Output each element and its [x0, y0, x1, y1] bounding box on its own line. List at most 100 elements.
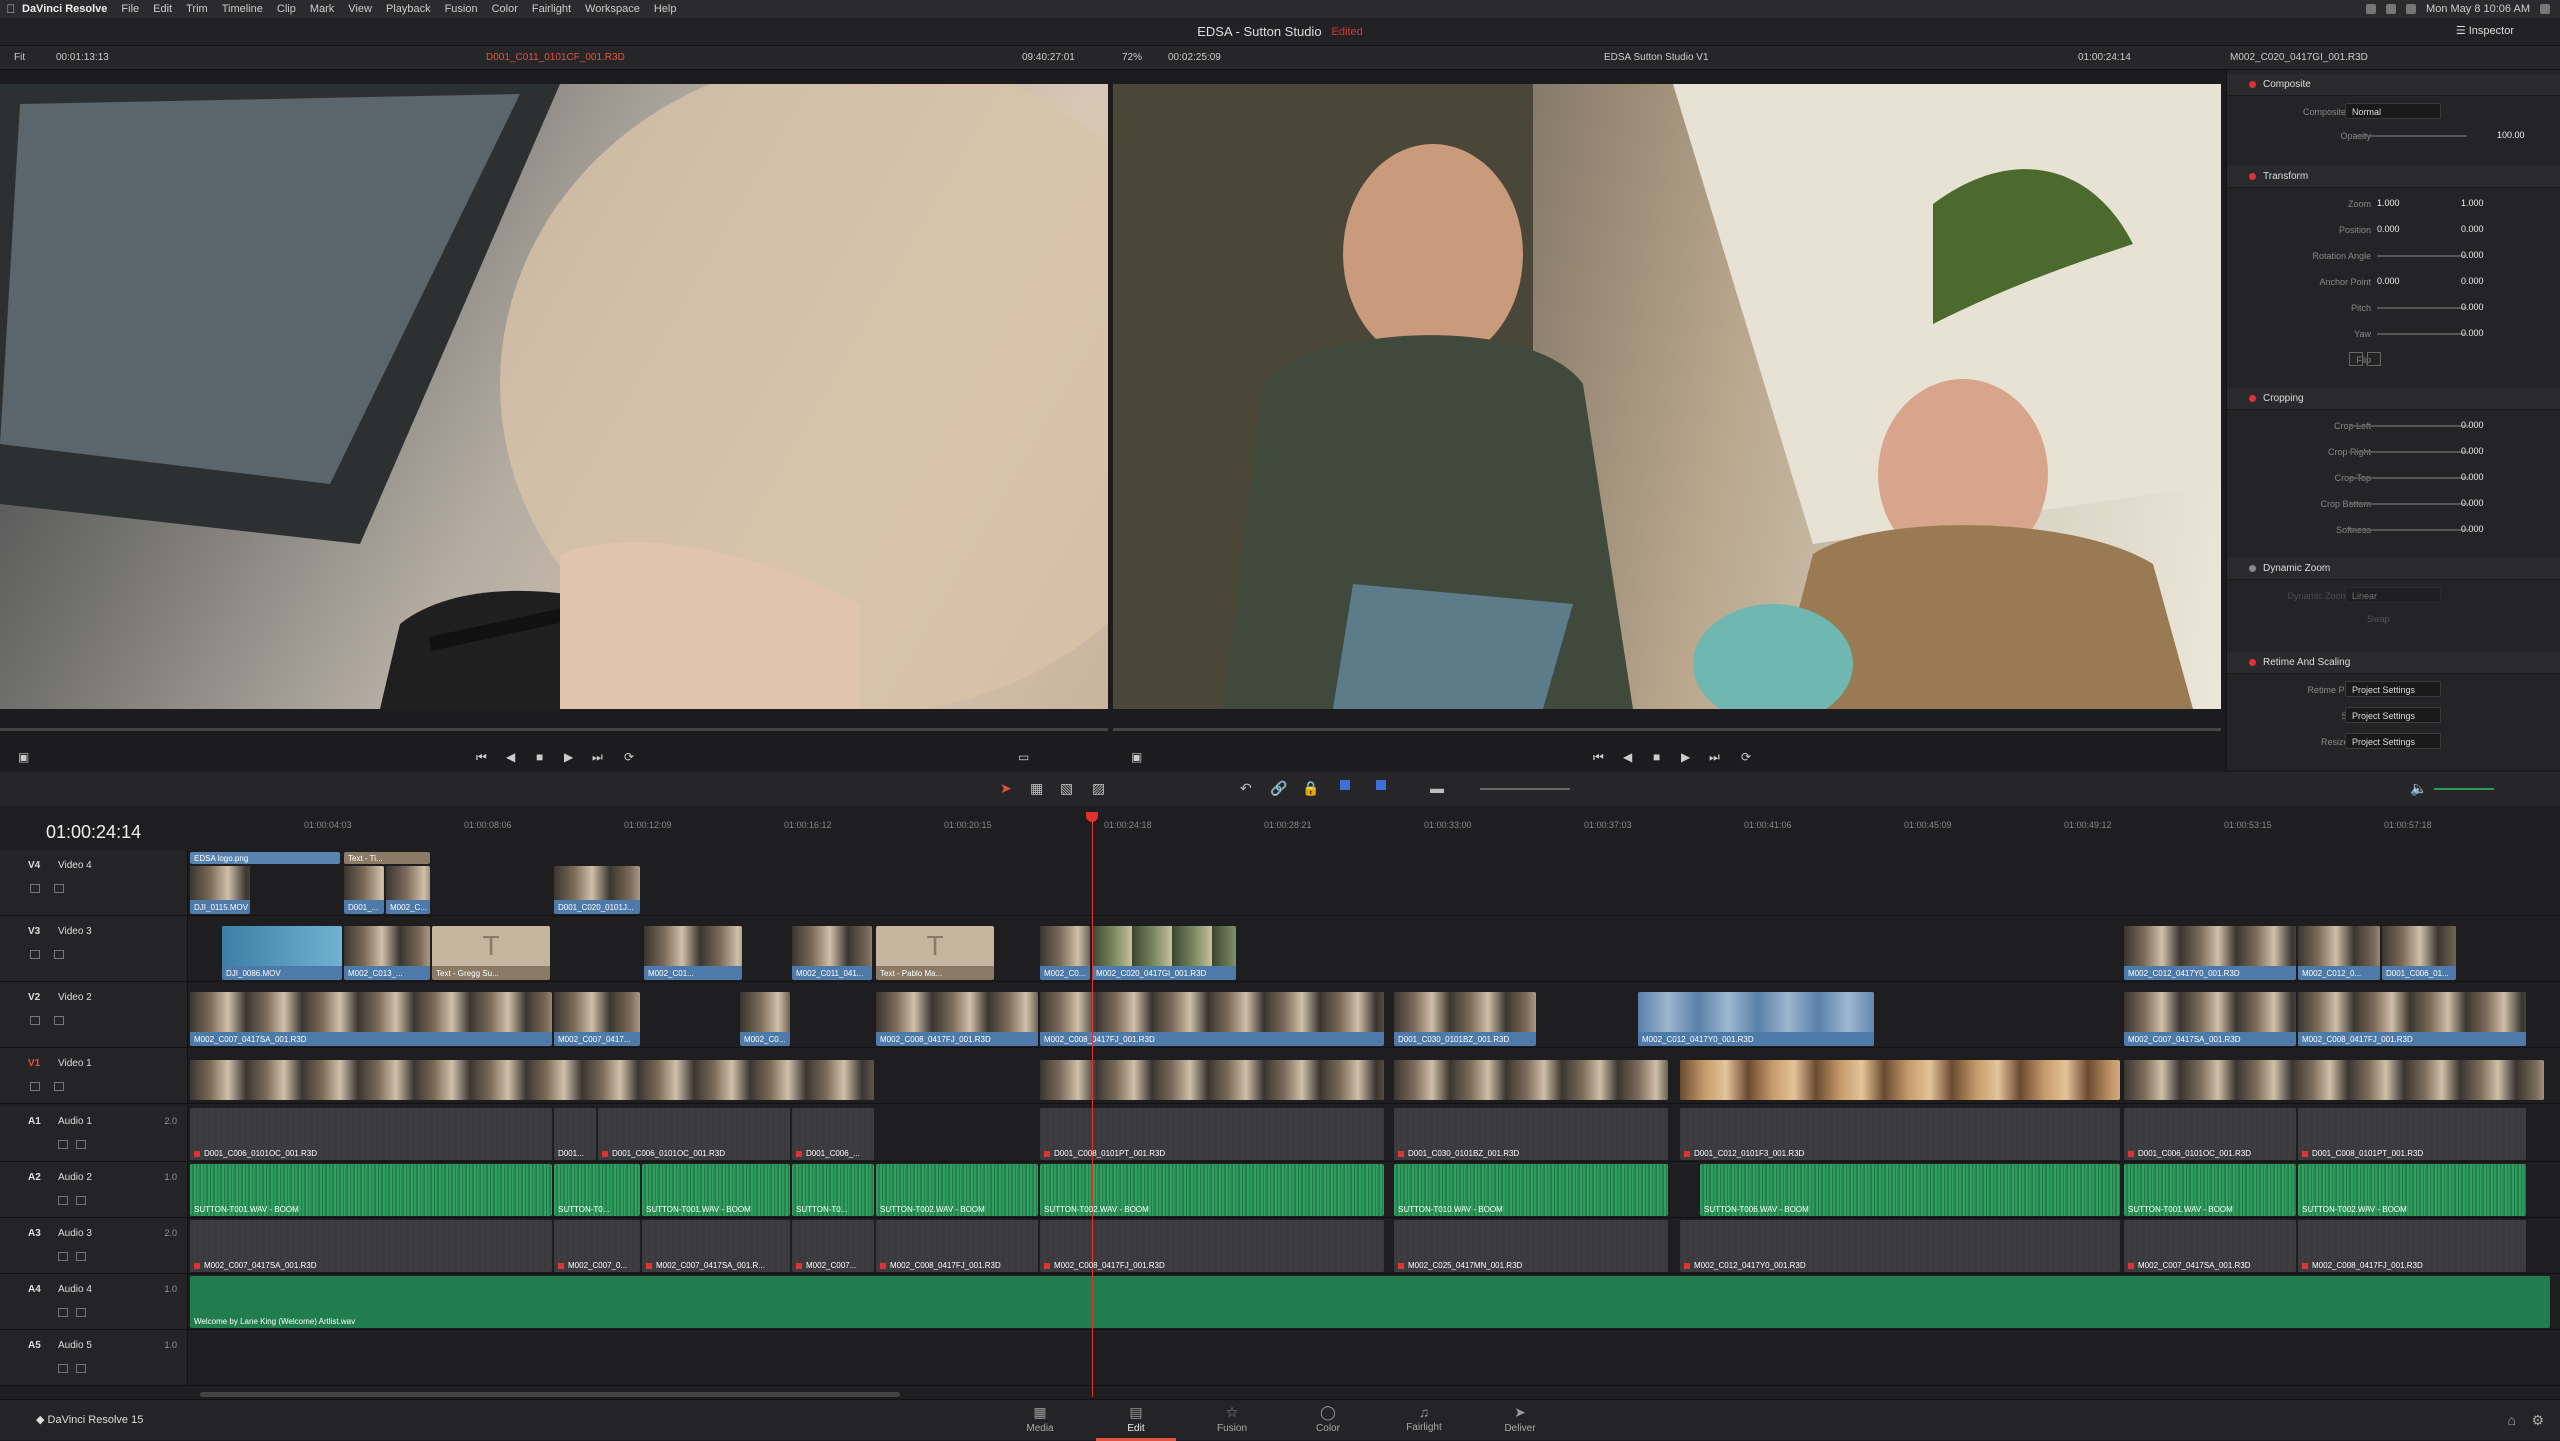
audio-clip[interactable]: SUTTON-T0...: [554, 1164, 640, 1216]
audio-clip[interactable]: M002_C007...: [792, 1220, 874, 1272]
video-clip[interactable]: [2124, 1060, 2544, 1100]
mute-icon[interactable]: [76, 1252, 86, 1261]
track-name[interactable]: Video 4: [58, 860, 92, 871]
solo-icon[interactable]: [58, 1140, 68, 1149]
video-clip[interactable]: DJI_0115.MOV: [190, 866, 250, 914]
video-clip[interactable]: D001_...: [344, 866, 384, 914]
timeline-viewer[interactable]: [1113, 84, 2221, 709]
track-a5[interactable]: A5 Audio 5 1.0: [0, 1330, 2560, 1386]
source-viewer[interactable]: [0, 84, 1108, 709]
audio-clip[interactable]: M002_C008_0417FJ_001.R3D: [876, 1220, 1038, 1272]
retime-enable-icon[interactable]: [2249, 659, 2256, 666]
solo-icon[interactable]: [58, 1364, 68, 1373]
track-a3[interactable]: A3 Audio 3 2.0 M002_C007_0417SA_001.R3D …: [0, 1218, 2560, 1274]
source-clip-name[interactable]: D001_C011_0101CF_001.R3D: [486, 52, 625, 63]
tl-jump-start-icon[interactable]: ⏮: [1593, 750, 1604, 765]
app-menu[interactable]: DaVinci Resolve: [22, 3, 107, 15]
flip-horizontal-icon[interactable]: [2349, 352, 2363, 366]
track-header-a2[interactable]: A2 Audio 2 1.0: [0, 1162, 188, 1217]
video-clip[interactable]: M002_C013_...: [344, 926, 430, 980]
composite-section[interactable]: Composite: [2227, 74, 2560, 96]
battery-icon[interactable]: [2406, 4, 2417, 14]
resize-filter-dropdown[interactable]: Project Settings: [2345, 733, 2441, 749]
crop-bottom-slider[interactable]: [2349, 503, 2469, 505]
video-clip[interactable]: M002_C012_0417Y0_001.R3D: [1638, 992, 1874, 1046]
track-lock-icon[interactable]: [30, 884, 40, 893]
audio-clip[interactable]: M002_C012_0417Y0_001.R3D: [1680, 1220, 2120, 1272]
audio-clip[interactable]: D001_C012_0101F3_001.R3D: [1680, 1108, 2120, 1160]
track-visibility-icon[interactable]: [54, 950, 64, 959]
video-clip[interactable]: DJI_0086.MOV: [222, 926, 342, 980]
dynamic-zoom-section[interactable]: Dynamic Zoom: [2227, 558, 2560, 580]
audio-clip[interactable]: SUTTON-T0...: [792, 1164, 874, 1216]
mute-icon[interactable]: [76, 1140, 86, 1149]
softness-slider[interactable]: [2349, 529, 2469, 531]
source-fit-dropdown[interactable]: Fit: [14, 52, 25, 63]
pitch-value[interactable]: 0.000: [2461, 302, 2541, 312]
track-a1[interactable]: A1 Audio 1 2.0 D001_C006_0101OC_001.R3D …: [0, 1106, 2560, 1162]
crop-top-value[interactable]: 0.000: [2461, 472, 2541, 482]
flag-icon[interactable]: [1340, 780, 1350, 790]
audio-clip[interactable]: SUTTON-T001.WAV - BOOM: [642, 1164, 790, 1216]
video-clip[interactable]: M002_C008_0417FJ_001.R3D: [876, 992, 1038, 1046]
source-view-options-icon[interactable]: ▣: [18, 750, 29, 764]
marker-icon[interactable]: [1376, 780, 1386, 790]
tl-jump-end-icon[interactable]: ⏭: [1709, 750, 1720, 765]
menu-view[interactable]: View: [348, 3, 372, 15]
menu-timeline[interactable]: Timeline: [222, 3, 263, 15]
timeline-view-options-icon[interactable]: ▣: [1131, 750, 1142, 764]
home-icon[interactable]: ⌂: [2508, 1412, 2516, 1428]
track-a2[interactable]: A2 Audio 2 1.0 SUTTON-T001.WAV - BOOM SU…: [0, 1162, 2560, 1218]
track-name[interactable]: Audio 5: [58, 1340, 92, 1351]
lock-icon[interactable]: 🔒: [1302, 780, 1319, 797]
video-clip[interactable]: M002_C020_0417GI_001.R3D: [1092, 926, 1236, 980]
track-v1[interactable]: V1 Video 1: [0, 1048, 2560, 1104]
audio-clip[interactable]: D001_C030_0101BZ_001.R3D: [1394, 1108, 1668, 1160]
match-frame-icon[interactable]: ▭: [1018, 750, 1029, 764]
yaw-slider[interactable]: [2377, 333, 2467, 335]
dynamic-zoom-ease-dropdown[interactable]: Linear: [2345, 587, 2441, 603]
track-header-v2[interactable]: V2 Video 2: [0, 982, 188, 1047]
audio-clip[interactable]: D001_C006_0101OC_001.R3D: [190, 1108, 552, 1160]
playhead[interactable]: [1086, 812, 1098, 1397]
video-clip[interactable]: D001_C030_0101BZ_001.R3D: [1394, 992, 1536, 1046]
cropping-section[interactable]: Cropping: [2227, 388, 2560, 410]
composite-mode-dropdown[interactable]: Normal: [2345, 103, 2441, 119]
audio-clip[interactable]: D001_C006_0101OC_001.R3D: [2124, 1108, 2296, 1160]
menu-fairlight[interactable]: Fairlight: [532, 3, 571, 15]
record-zoom-dropdown[interactable]: 72%: [1122, 52, 1142, 63]
audio-clip[interactable]: D001_C008_0101PT_001.R3D: [2298, 1108, 2526, 1160]
audio-clip[interactable]: SUTTON-T002.WAV - BOOM: [2298, 1164, 2526, 1216]
title-clip[interactable]: T Text - Pablo Ma...: [876, 926, 994, 980]
blade-tool-icon[interactable]: ▨: [1092, 780, 1105, 797]
timeline-name-dropdown[interactable]: EDSA Sutton Studio V1: [1604, 52, 1709, 63]
rotation-slider[interactable]: [2377, 255, 2467, 257]
video-clip[interactable]: M002_C012_0417Y0_001.R3D: [2124, 926, 2296, 980]
position-y-value[interactable]: 0.000: [2461, 224, 2541, 234]
solo-icon[interactable]: [58, 1252, 68, 1261]
page-color[interactable]: ◯ Color: [1288, 1404, 1368, 1434]
page-media[interactable]: ▦ Media: [1000, 1404, 1080, 1434]
page-fusion[interactable]: ☆ Fusion: [1192, 1404, 1272, 1434]
menu-trim[interactable]: Trim: [186, 3, 208, 15]
menu-fusion[interactable]: Fusion: [445, 3, 478, 15]
track-header-a4[interactable]: A4 Audio 4 1.0: [0, 1274, 188, 1329]
video-clip[interactable]: M002_C0...: [1040, 926, 1090, 980]
menu-color[interactable]: Color: [492, 3, 518, 15]
selection-tool-icon[interactable]: ➤: [1000, 780, 1012, 797]
opacity-slider[interactable]: [2357, 135, 2467, 137]
track-header-a3[interactable]: A3 Audio 3 2.0: [0, 1218, 188, 1273]
dynamic-zoom-enable-icon[interactable]: [2249, 565, 2256, 572]
track-header-v1[interactable]: V1 Video 1: [0, 1048, 188, 1103]
menu-mark[interactable]: Mark: [310, 3, 334, 15]
jump-start-icon[interactable]: ⏮: [476, 750, 487, 765]
menu-workspace[interactable]: Workspace: [585, 3, 640, 15]
yaw-value[interactable]: 0.000: [2461, 328, 2541, 338]
track-v2[interactable]: V2 Video 2 M002_C007_0417SA_001.R3D M002…: [0, 982, 2560, 1048]
menu-help[interactable]: Help: [654, 3, 677, 15]
menu-clip[interactable]: Clip: [277, 3, 296, 15]
tl-loop-icon[interactable]: ⟳: [1741, 750, 1751, 764]
zoom-full-icon[interactable]: ▬: [1430, 780, 1444, 796]
track-header-a1[interactable]: A1 Audio 1 2.0: [0, 1106, 188, 1161]
rotation-value[interactable]: 0.000: [2461, 250, 2541, 260]
